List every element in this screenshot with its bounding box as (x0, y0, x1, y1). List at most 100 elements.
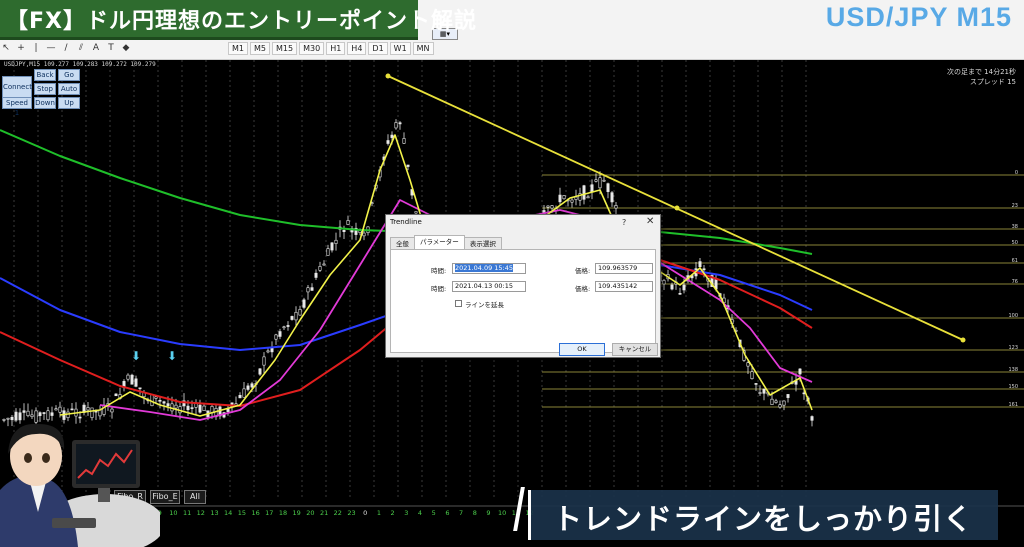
time-axis-tick: 2 (391, 509, 395, 517)
time-axis-tick: 4 (418, 509, 422, 517)
auto-button[interactable]: Auto (58, 83, 80, 95)
candle-body (90, 407, 94, 418)
keyboard (52, 518, 96, 528)
time2-label: 時間: (431, 285, 447, 293)
candle-body (334, 239, 338, 244)
trendline-anchor-1 (385, 73, 391, 79)
candle-body (314, 272, 318, 278)
time1-input[interactable]: 2021.04.09 15:45 (452, 263, 526, 274)
close-icon[interactable]: ✕ (646, 216, 654, 227)
all-button[interactable]: All (184, 490, 206, 504)
tab-general[interactable]: 全般 (390, 237, 415, 249)
dialog-tabs: 全般 パラメーター 表示選択 (390, 235, 502, 249)
draw-tool-1-icon[interactable]: + (15, 42, 27, 55)
timeframe-m15-button[interactable]: M15 (272, 42, 298, 55)
timeframe-m1-button[interactable]: M1 (228, 42, 248, 55)
candle-body (406, 164, 410, 167)
draw-tool-6-icon[interactable]: A (90, 42, 102, 55)
time2-input[interactable]: 2021.04.13 00:15 (452, 281, 526, 292)
speed-button[interactable]: Speed 1 (2, 97, 32, 117)
trendline-anchor-mid (674, 205, 680, 211)
drawing-tools: ↖ + | — / ⫽ A T ◆ (0, 42, 132, 55)
candle-body (550, 205, 554, 209)
candle-body (294, 311, 298, 321)
timeframe-h4-button[interactable]: H4 (347, 42, 367, 55)
candle-body (326, 248, 330, 256)
draw-tool-7-icon[interactable]: T (105, 42, 117, 55)
timeframe-w1-button[interactable]: W1 (389, 42, 411, 55)
time-axis-tick: 18 (279, 509, 287, 517)
cancel-button[interactable]: キャンセル (612, 343, 658, 356)
time-axis-tick: 1 (377, 509, 381, 517)
timeframe-d1-button[interactable]: D1 (368, 42, 388, 55)
candle-body (238, 395, 242, 399)
draw-tool-8-icon[interactable]: ◆ (120, 42, 132, 55)
fib-level-label: 61 (1012, 258, 1018, 264)
candle-body (26, 410, 30, 417)
candle-body (570, 199, 574, 203)
time-axis-tick: 3 (404, 509, 408, 517)
price1-input[interactable]: 109.963579 (595, 263, 653, 274)
candle-body (698, 261, 702, 268)
ok-button[interactable]: OK (559, 343, 605, 356)
candle-body (810, 416, 814, 421)
fib-level-label: 161 (1008, 402, 1018, 408)
signal-arrow-icon: ⬇ (131, 349, 141, 363)
trendline-properties-dialog[interactable]: Trendline ? ✕ 全般 パラメーター 表示選択 時間: 2021.04… (385, 214, 661, 358)
fib-level-label: 150 (1008, 384, 1018, 390)
candle-body (662, 280, 666, 285)
draw-tool-0-icon[interactable]: ↖ (0, 42, 12, 55)
candle-body (70, 408, 74, 411)
candle-body (250, 383, 254, 388)
candle-body (38, 412, 42, 416)
candle-body (58, 406, 62, 413)
timeframe-m30-button[interactable]: M30 (299, 42, 325, 55)
ray-checkbox[interactable] (455, 300, 462, 307)
price2-input[interactable]: 109.435142 (595, 281, 653, 292)
timeframe-h1-button[interactable]: H1 (326, 42, 346, 55)
candle-body (582, 185, 586, 200)
candle-body (750, 371, 754, 380)
candle-body (150, 394, 154, 407)
bar-countdown: 次の足まで 14分21秒 スプレッド 15 (947, 67, 1016, 87)
candle-body (758, 392, 762, 394)
connect-button[interactable]: Connect (2, 76, 32, 98)
candle-body (778, 404, 782, 408)
fib-level-label: 50 (1012, 240, 1018, 246)
down-button[interactable]: Down (34, 97, 56, 109)
draw-tool-4-icon[interactable]: / (60, 42, 72, 55)
time-axis-tick: 13 (210, 509, 218, 517)
candle-body (138, 387, 142, 390)
up-button[interactable]: Up (58, 97, 80, 109)
help-icon[interactable]: ? (622, 218, 626, 227)
fib-level-label: 138 (1008, 367, 1018, 373)
back-button[interactable]: Back (34, 69, 56, 81)
draw-tool-5-icon[interactable]: ⫽ (75, 42, 87, 55)
candle-body (86, 407, 90, 411)
candle-body (598, 177, 602, 189)
stop-button[interactable]: Stop (34, 83, 56, 95)
tab-visualization[interactable]: 表示選択 (463, 237, 502, 249)
candle-body (746, 362, 750, 367)
candle-body (126, 374, 130, 380)
fib-level-label: 100 (1008, 313, 1018, 319)
trendline-anchor-2 (960, 337, 966, 343)
candle-body (386, 140, 390, 144)
candle-body (594, 179, 598, 182)
candle-body (258, 368, 262, 375)
timeframe-mn-button[interactable]: MN (412, 42, 434, 55)
candle-body (390, 134, 394, 138)
draw-tool-3-icon[interactable]: — (45, 42, 57, 55)
candle-body (362, 232, 366, 237)
dialog-title: Trendline (390, 218, 422, 226)
candle-body (774, 400, 778, 403)
tab-parameters[interactable]: パラメーター (414, 235, 465, 249)
candle-body (798, 368, 802, 375)
timeframe-m5-button[interactable]: M5 (250, 42, 270, 55)
time1-label: 時間: (431, 267, 447, 275)
candle-body (782, 400, 786, 406)
draw-tool-2-icon[interactable]: | (30, 42, 42, 55)
candle-body (278, 331, 282, 337)
go-button[interactable]: Go (58, 69, 80, 81)
price2-label: 価格: (575, 285, 591, 293)
